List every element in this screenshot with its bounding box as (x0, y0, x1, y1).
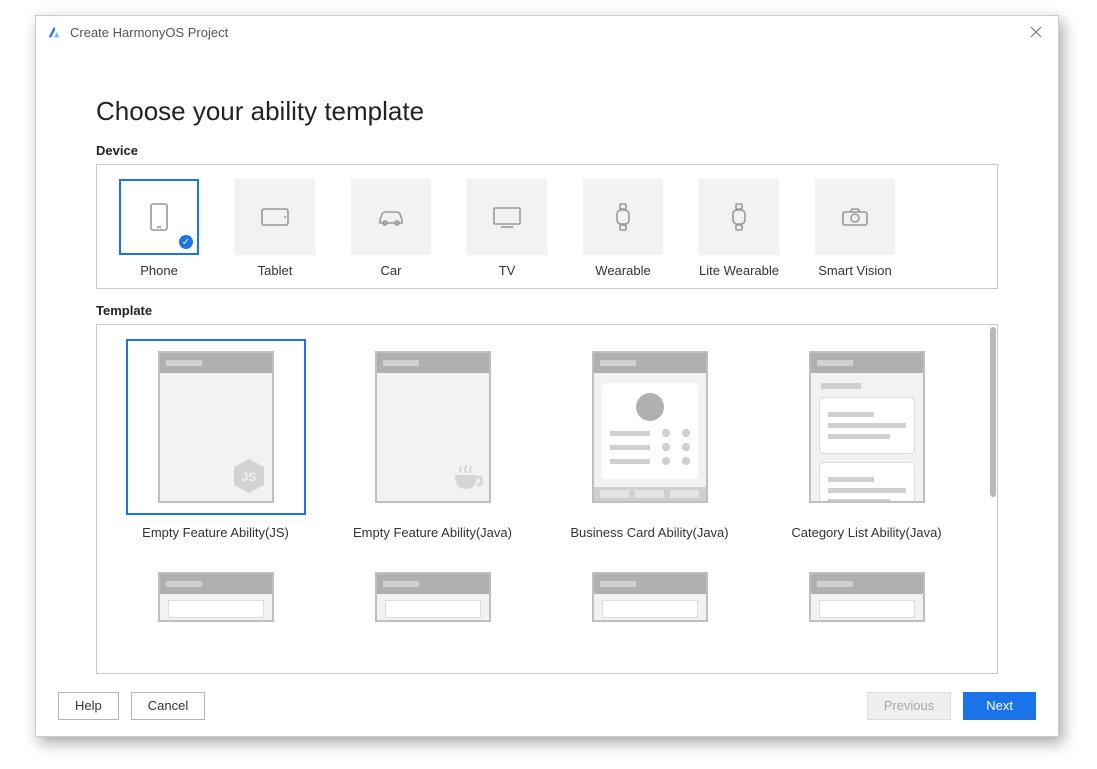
device-option-wearable[interactable]: Wearable (577, 179, 669, 278)
device-panel: ✓ Phone Tablet Car TV Wearable Lite Wear… (96, 164, 998, 289)
device-label: Lite Wearable (699, 263, 779, 278)
device-section-label: Device (96, 143, 998, 158)
template-label: Category List Ability(Java) (791, 525, 941, 543)
device-label: Tablet (258, 263, 293, 278)
scrollbar-thumb[interactable] (990, 327, 996, 497)
js-icon: JS (232, 457, 266, 495)
wearable-icon (699, 179, 779, 255)
window-title: Create HarmonyOS Project (70, 25, 228, 40)
template-option-template-5[interactable] (332, 570, 533, 673)
app-logo-icon (46, 24, 62, 40)
title-bar: Create HarmonyOS Project (36, 16, 1058, 48)
car-icon (351, 179, 431, 255)
device-label: Wearable (595, 263, 650, 278)
tablet-icon (235, 179, 315, 255)
template-panel: JS Empty Feature Ability(JS) Empty Featu… (96, 324, 998, 674)
template-option-category-list-ability-java-[interactable]: Category List Ability(Java) (766, 339, 967, 564)
dialog-window: Create HarmonyOS Project Choose your abi… (35, 15, 1059, 737)
device-option-car[interactable]: Car (345, 179, 437, 278)
device-label: TV (499, 263, 516, 278)
checkmark-icon: ✓ (179, 235, 193, 249)
next-button[interactable]: Next (963, 692, 1036, 720)
tv-icon (467, 179, 547, 255)
template-option-empty-feature-ability-js-[interactable]: JS Empty Feature Ability(JS) (115, 339, 316, 564)
phone-icon: ✓ (119, 179, 199, 255)
template-thumbnail (777, 570, 957, 624)
template-label: Empty Feature Ability(JS) (142, 525, 289, 543)
close-button[interactable] (1020, 18, 1052, 46)
camera-icon (815, 179, 895, 255)
template-scrollbar[interactable] (989, 325, 997, 673)
device-option-phone[interactable]: ✓ Phone (113, 179, 205, 278)
template-option-empty-feature-ability-java-[interactable]: Empty Feature Ability(Java) (332, 339, 533, 564)
help-button[interactable]: Help (58, 692, 119, 720)
page-title: Choose your ability template (96, 96, 998, 127)
template-thumbnail (343, 570, 523, 624)
device-label: Car (381, 263, 402, 278)
device-label: Phone (140, 263, 178, 278)
template-option-template-7[interactable] (766, 570, 967, 673)
wearable-icon (583, 179, 663, 255)
device-option-tv[interactable]: TV (461, 179, 553, 278)
template-label: Empty Feature Ability(Java) (353, 525, 512, 543)
template-thumbnail: JS (126, 339, 306, 515)
template-thumbnail (126, 570, 306, 624)
device-option-smart-vision[interactable]: Smart Vision (809, 179, 901, 278)
svg-text:JS: JS (241, 470, 256, 484)
close-icon (1030, 26, 1042, 38)
template-thumbnail (560, 570, 740, 624)
coffee-icon (449, 465, 483, 495)
template-option-business-card-ability-java-[interactable]: Business Card Ability(Java) (549, 339, 750, 564)
template-label: Business Card Ability(Java) (570, 525, 728, 543)
template-option-template-4[interactable] (115, 570, 316, 673)
template-section-label: Template (96, 303, 998, 318)
device-option-tablet[interactable]: Tablet (229, 179, 321, 278)
template-thumbnail (343, 339, 523, 515)
template-thumbnail (560, 339, 740, 515)
previous-button: Previous (867, 692, 952, 720)
template-grid: JS Empty Feature Ability(JS) Empty Featu… (97, 325, 985, 673)
dialog-footer: Help Cancel Previous Next (36, 674, 1058, 736)
device-label: Smart Vision (818, 263, 891, 278)
template-thumbnail (777, 339, 957, 515)
dialog-content: Choose your ability template Device ✓ Ph… (36, 48, 1058, 674)
template-option-template-6[interactable] (549, 570, 750, 673)
cancel-button[interactable]: Cancel (131, 692, 205, 720)
device-option-lite-wearable[interactable]: Lite Wearable (693, 179, 785, 278)
